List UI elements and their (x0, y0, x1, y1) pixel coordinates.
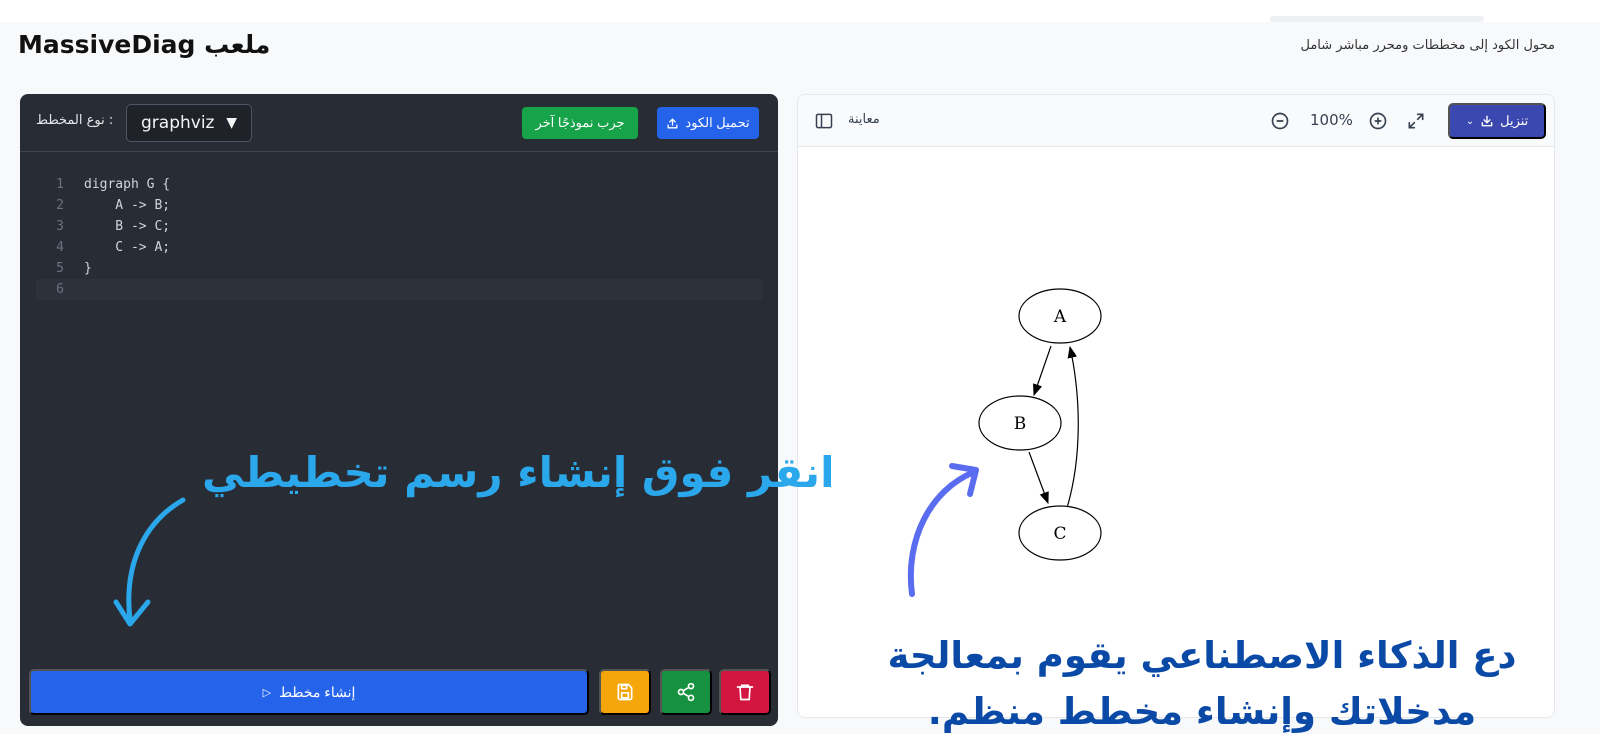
curved-arrow-icon (113, 497, 186, 627)
code-line: 5} (56, 261, 92, 276)
top-scroll-hint (1270, 16, 1484, 22)
svg-text:A: A (1053, 307, 1067, 327)
click-generate-annotation: انقر فوق إنشاء رسم تخطيطي (202, 448, 835, 497)
code-line: 4 C -> A; (56, 240, 171, 255)
download-button[interactable]: تنزيل ⌄ (1448, 103, 1546, 139)
save-icon (617, 683, 633, 701)
app-title: MassiveDiag ملعب (18, 30, 271, 59)
triangle-down-icon: ▼ (226, 115, 237, 131)
delete-button[interactable] (719, 669, 771, 715)
zoom-level: 100% (1310, 111, 1353, 129)
svg-text:B: B (1014, 414, 1027, 434)
code-area[interactable]: 1 digraph G { 2 A -> B; 3 B -> C; 4 C -> … (36, 174, 762, 300)
trash-icon (736, 684, 754, 701)
upload-icon (667, 118, 678, 128)
curved-arrow-icon (907, 463, 979, 597)
graph-node-a: A (1018, 288, 1102, 344)
sidebar-toggle-icon[interactable] (812, 109, 836, 133)
preview-toolbar: معاينة 100% تنزيل ⌄ (798, 95, 1554, 147)
preview-label: معاينة (848, 112, 880, 127)
save-button[interactable] (599, 669, 651, 715)
download-label: تنزيل (1500, 113, 1529, 128)
graph-node-c: C (1018, 505, 1102, 561)
share-button[interactable] (660, 669, 712, 715)
fullscreen-icon[interactable] (1404, 109, 1428, 133)
ai-process-annotation: دع الذكاء الاصطناعي يقوم بمعالجة مدخلاتك… (887, 634, 1517, 733)
upload-code-button[interactable]: تحميل الكود (657, 107, 759, 139)
zoom-out-icon[interactable] (1268, 109, 1292, 133)
try-example-button[interactable]: جرب نموذجًا آخر (522, 107, 638, 139)
code-line: 3 B -> C; (56, 219, 171, 234)
edge-a-b (1033, 345, 1052, 397)
play-icon: ▷ (262, 686, 272, 699)
preview-panel: معاينة 100% تنزيل ⌄ A B C (797, 94, 1555, 718)
generate-diagram-label: إنشاء مخطط (279, 683, 356, 700)
code-line: 1 digraph G { (56, 177, 171, 192)
editor-toolbar: : نوع المخطط graphviz ▼ جرب نموذجًا آخر … (20, 94, 778, 152)
generate-diagram-button[interactable]: إنشاء مخطط ▷ (29, 669, 589, 715)
edge-b-c (1028, 451, 1049, 505)
diagram-type-value: graphviz (141, 113, 215, 133)
chevron-down-icon: ⌄ (1465, 115, 1475, 127)
app-subtitle: محول الكود إلى مخططات ومحرر مباشر شامل (1300, 38, 1555, 53)
zoom-in-icon[interactable] (1366, 109, 1390, 133)
try-example-label: جرب نموذجًا آخر (535, 115, 625, 130)
diagram-type-select[interactable]: graphviz ▼ (126, 104, 252, 142)
download-icon (1481, 115, 1493, 127)
upload-code-label: تحميل الكود (685, 115, 750, 130)
code-line: 2 A -> B; (56, 198, 171, 213)
edge-c-a (1066, 345, 1079, 509)
diagram-type-label: : نوع المخطط (36, 113, 114, 128)
share-icon (677, 682, 695, 702)
code-line-active: 6 (36, 279, 762, 300)
svg-text:C: C (1053, 524, 1066, 544)
graph-node-b: B (978, 395, 1062, 451)
